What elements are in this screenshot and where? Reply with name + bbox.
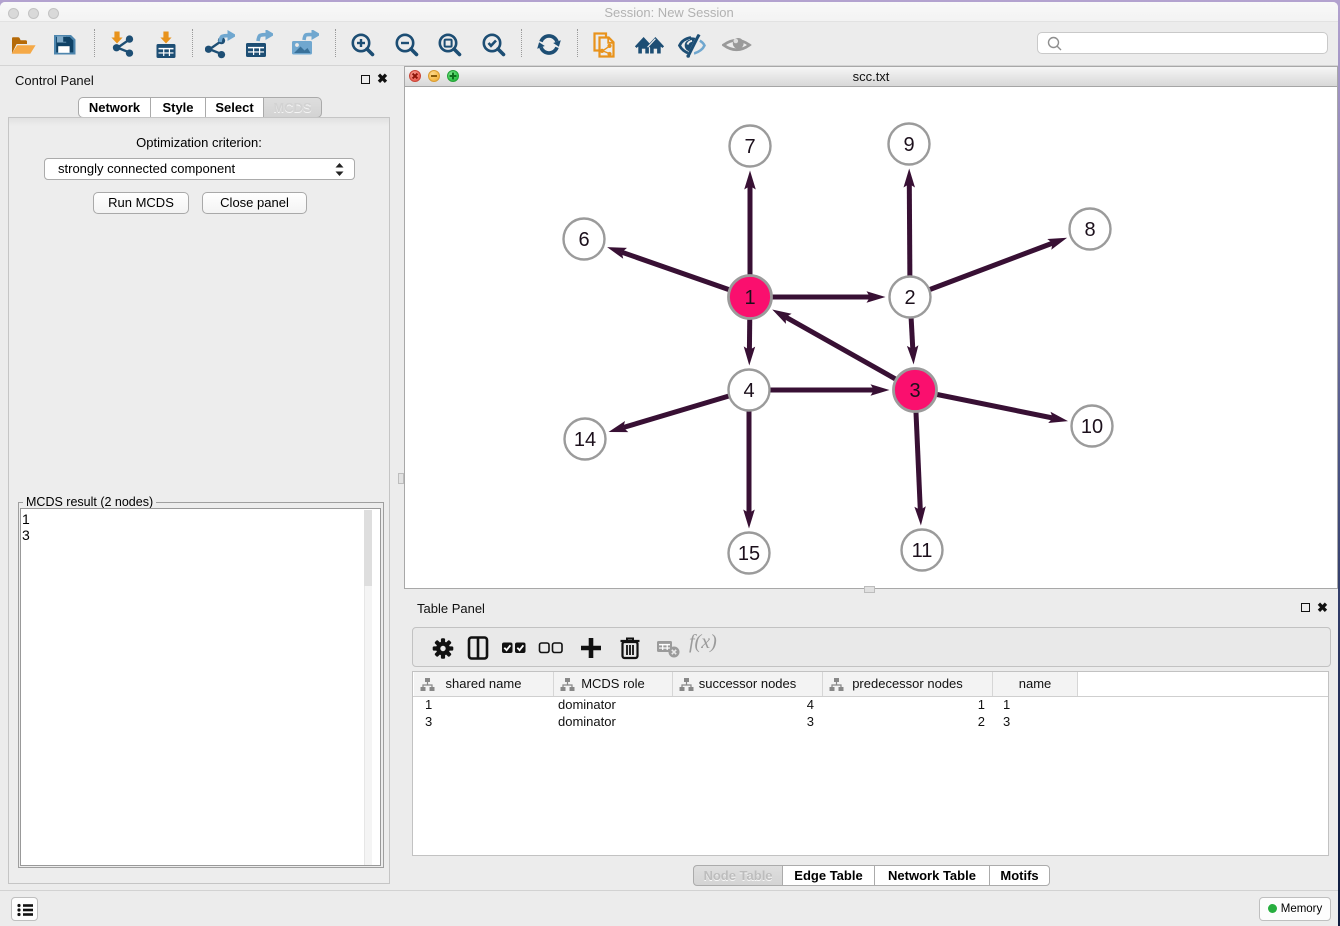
svg-text:15: 15 bbox=[738, 543, 760, 565]
svg-text:6: 6 bbox=[578, 229, 589, 251]
svg-text:9: 9 bbox=[903, 134, 914, 156]
svg-text:1: 1 bbox=[744, 287, 755, 309]
svg-text:7: 7 bbox=[744, 136, 755, 158]
svg-text:11: 11 bbox=[912, 540, 933, 562]
svg-text:4: 4 bbox=[743, 380, 754, 402]
svg-text:2: 2 bbox=[904, 287, 915, 309]
svg-text:10: 10 bbox=[1081, 416, 1103, 438]
svg-text:8: 8 bbox=[1084, 219, 1095, 241]
svg-text:3: 3 bbox=[909, 380, 920, 402]
svg-text:14: 14 bbox=[574, 429, 596, 451]
